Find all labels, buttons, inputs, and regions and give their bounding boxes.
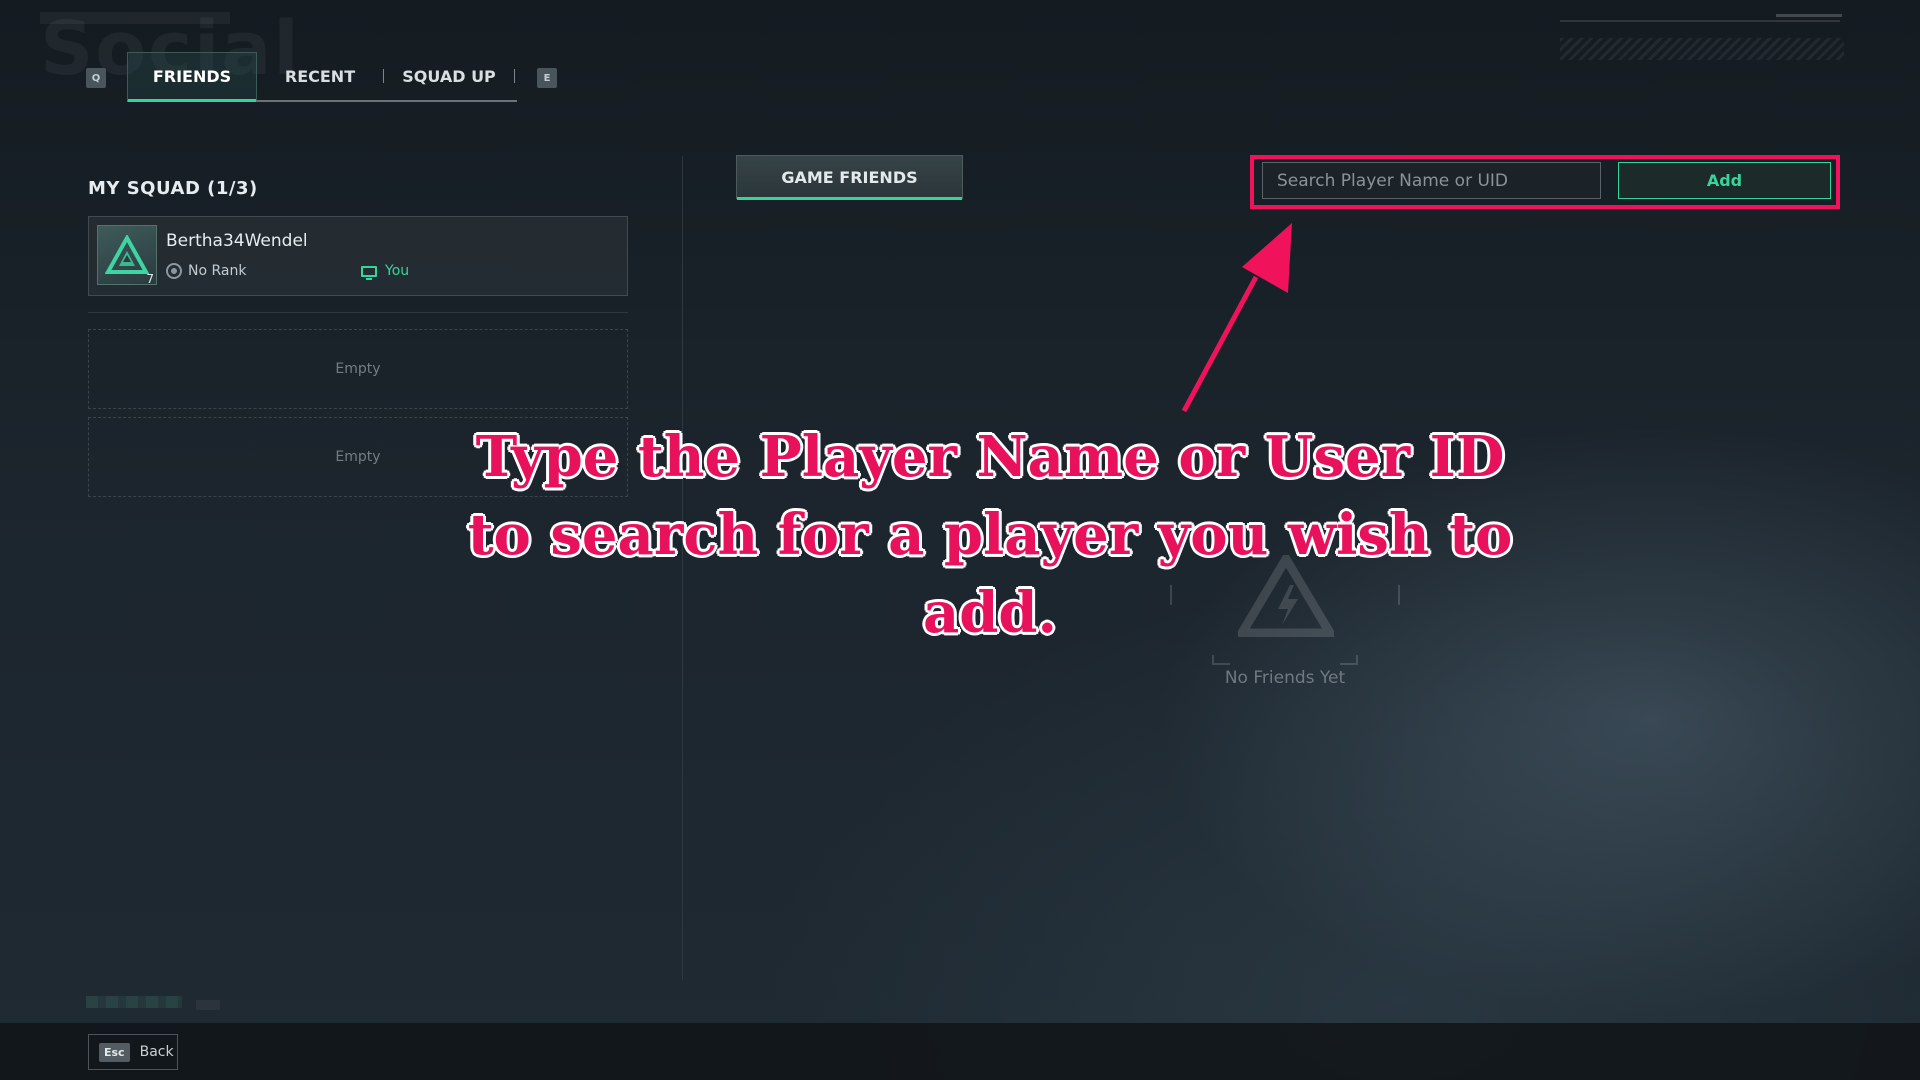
annotation-line-2: to search for a player you wish to add. — [467, 502, 1513, 646]
tab-game-friends-label: GAME FRIENDS — [781, 167, 918, 187]
tab-squad-up[interactable]: SQUAD UP — [384, 52, 514, 100]
tab-recent-label: RECENT — [284, 66, 356, 86]
add-friend-button[interactable]: Add — [1618, 162, 1831, 199]
squad-member-card[interactable]: 7 Bertha34Wendel No Rank You — [88, 216, 628, 296]
tab-friends-label: FRIENDS — [152, 67, 232, 86]
back-button[interactable]: Esc Back — [88, 1034, 178, 1070]
next-tab-key-hint[interactable]: E — [537, 68, 557, 88]
triangle-logo-icon — [105, 235, 149, 274]
social-tab-bar: FRIENDS RECENT SQUAD UP — [127, 52, 517, 102]
squad-title: MY SQUAD (1/3) — [88, 178, 258, 199]
prev-tab-key-hint[interactable]: Q — [86, 68, 106, 88]
decor-line — [1560, 20, 1840, 22]
rank-label: No Rank — [188, 263, 247, 279]
player-level: 7 — [146, 272, 154, 286]
decor-line — [1776, 14, 1842, 17]
tab-friends[interactable]: FRIENDS — [127, 52, 257, 102]
esc-key-hint: Esc — [99, 1042, 130, 1062]
rank-icon — [166, 263, 182, 279]
member-name: Bertha34Wendel — [166, 231, 308, 251]
no-friends-text: No Friends Yet — [1224, 668, 1346, 688]
annotation-text: Type the Player Name or User ID to searc… — [400, 418, 1580, 652]
tab-separator — [514, 69, 515, 83]
footer-bar — [0, 1023, 1920, 1080]
self-label: You — [385, 263, 410, 279]
avatar: 7 — [97, 225, 157, 286]
decor-strip — [86, 996, 182, 1008]
player-search-input[interactable] — [1262, 162, 1601, 199]
decor-strip — [196, 1000, 220, 1010]
empty-squad-slot[interactable]: Empty — [88, 329, 628, 409]
tab-recent[interactable]: RECENT — [257, 52, 383, 100]
tab-squad-up-label: SQUAD UP — [402, 66, 496, 86]
self-indicator: You — [361, 263, 410, 280]
annotation-arrow-icon — [1181, 223, 1292, 413]
rank-info: No Rank — [166, 263, 246, 279]
back-label: Back — [139, 1044, 174, 1060]
monitor-icon — [361, 265, 377, 280]
decor-hatch — [1560, 38, 1844, 60]
tab-game-friends[interactable]: GAME FRIENDS — [736, 155, 963, 200]
annotation-line-1: Type the Player Name or User ID — [475, 424, 1505, 490]
divider — [88, 312, 628, 313]
empty-slot-label: Empty — [335, 361, 381, 377]
empty-slot-label: Empty — [335, 449, 381, 465]
